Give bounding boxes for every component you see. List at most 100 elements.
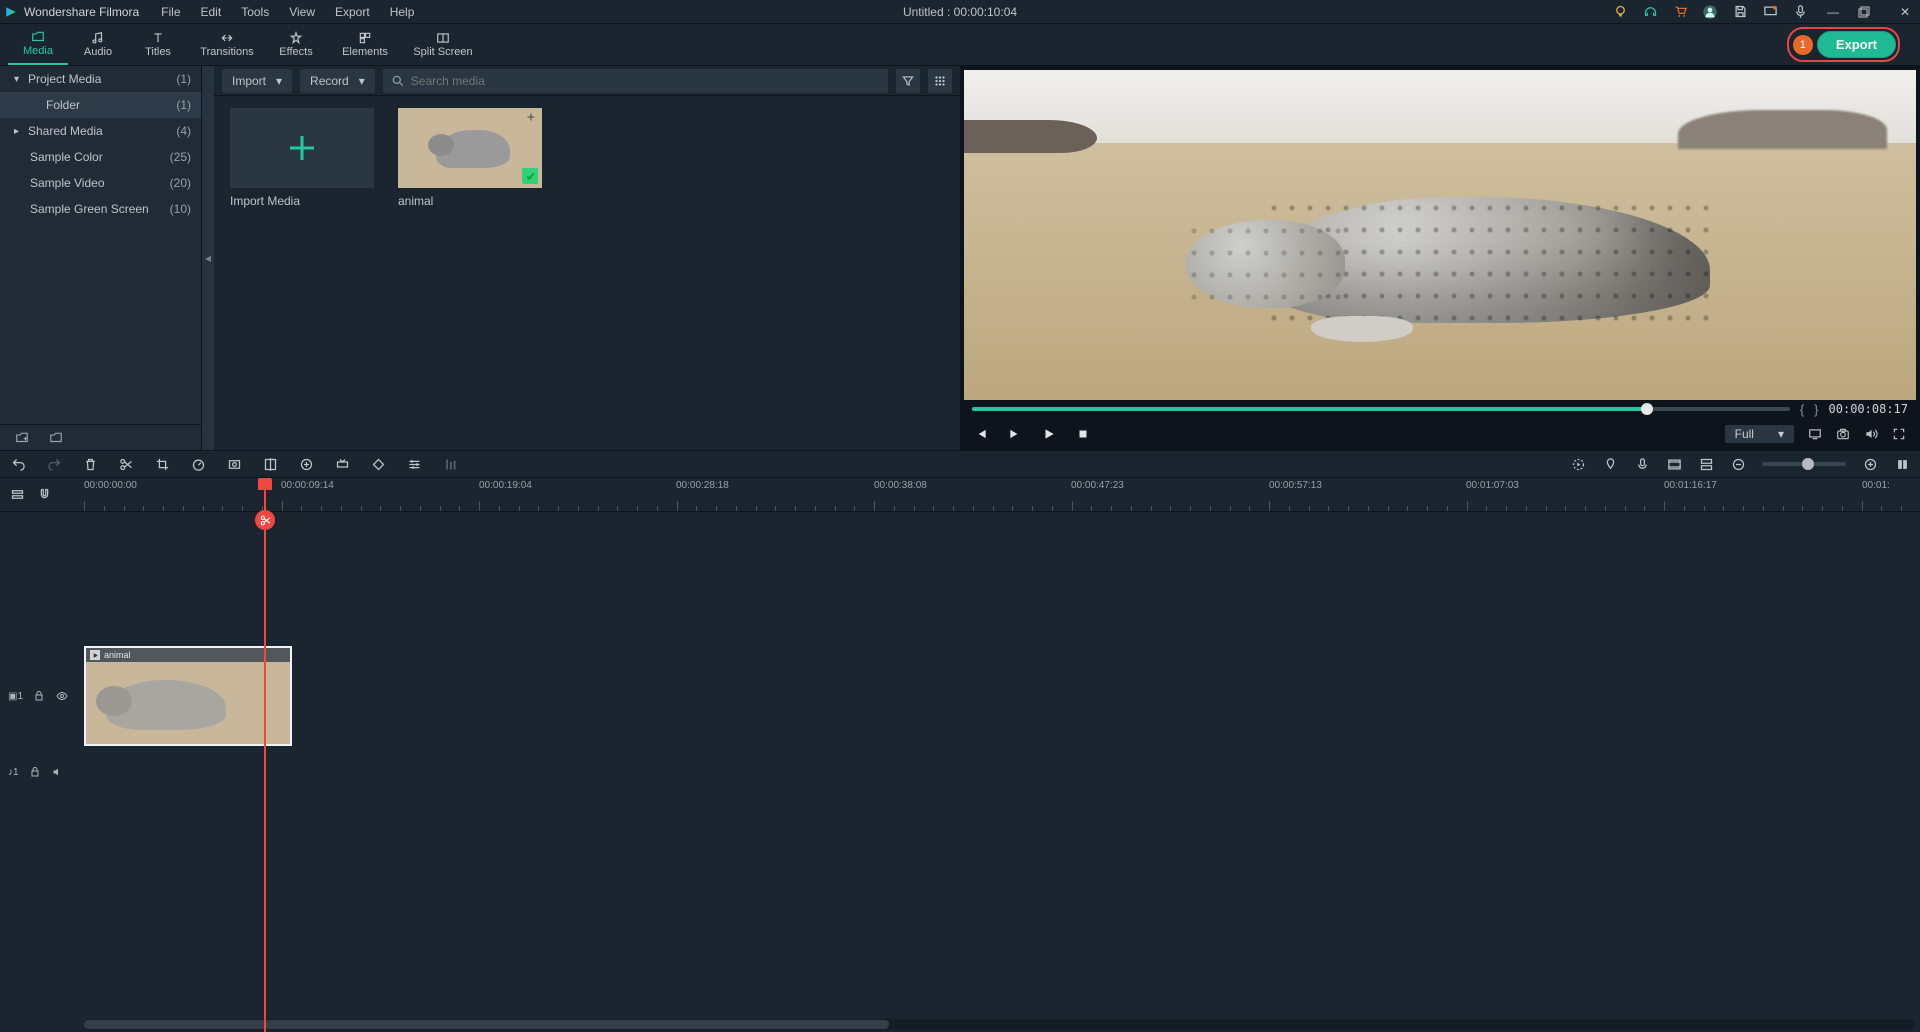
zoom-slider[interactable]	[1762, 462, 1846, 466]
track-size-icon[interactable]	[1698, 456, 1714, 472]
next-frame-button[interactable]	[1008, 427, 1022, 441]
app-logo-icon	[4, 5, 18, 19]
zoom-in-icon[interactable]	[1862, 456, 1878, 472]
tab-transitions[interactable]: Transitions	[188, 24, 266, 65]
add-to-timeline-icon[interactable]	[524, 110, 538, 124]
window-minimize[interactable]: —	[1822, 5, 1844, 19]
render-preview-icon[interactable]	[1570, 456, 1586, 472]
tab-media[interactable]: Media	[8, 24, 68, 65]
scrollbar-thumb[interactable]	[84, 1020, 889, 1029]
magnet-icon[interactable]	[37, 487, 52, 502]
cart-icon[interactable]	[1672, 4, 1688, 20]
snapshot-icon[interactable]	[1836, 427, 1850, 441]
tab-audio[interactable]: Audio	[68, 24, 128, 65]
timeline-clip-animal[interactable]: animal	[84, 646, 292, 746]
import-media-card[interactable]: Import Media	[230, 108, 374, 208]
title-bar-right: — ✕	[1612, 4, 1916, 20]
clip-name: animal	[104, 650, 131, 660]
tab-elements[interactable]: Elements	[326, 24, 404, 65]
freeze-frame-icon[interactable]	[226, 456, 242, 472]
ruler-label: 00:01:16:17	[1664, 480, 1717, 491]
volume-icon[interactable]	[1864, 427, 1878, 441]
scrub-handle[interactable]	[1641, 403, 1653, 415]
track-manager-icon[interactable]	[10, 487, 25, 502]
window-maximize[interactable]	[1858, 6, 1880, 18]
mark-in-icon[interactable]: {	[1800, 402, 1804, 417]
color-match-icon[interactable]	[262, 456, 278, 472]
sidebar-item-shared-media[interactable]: ▸ Shared Media (4)	[0, 118, 201, 144]
preview-display-icon[interactable]	[1808, 427, 1822, 441]
sidebar-item-sample-video[interactable]: Sample Video (20)	[0, 170, 201, 196]
ruler-label: 00:00:28:18	[676, 480, 729, 491]
timeline-ruler[interactable]: 00:00:00:0000:00:09:1400:00:19:0400:00:2…	[84, 478, 1920, 511]
idea-icon[interactable]	[1612, 4, 1628, 20]
zoom-out-icon[interactable]	[1730, 456, 1746, 472]
headset-icon[interactable]	[1642, 4, 1658, 20]
split-icon[interactable]	[118, 456, 134, 472]
account-icon[interactable]	[1702, 4, 1718, 20]
play-button[interactable]	[1042, 427, 1056, 441]
menu-export[interactable]: Export	[327, 3, 378, 21]
crop-icon[interactable]	[154, 456, 170, 472]
delete-icon[interactable]	[82, 456, 98, 472]
ruler-label: 00:00:47:23	[1071, 480, 1124, 491]
media-grid: Import Media animal	[214, 96, 960, 220]
preview-quality-select[interactable]: Full ▾	[1725, 425, 1794, 443]
keyframe-icon[interactable]	[370, 456, 386, 472]
lock-icon[interactable]	[29, 766, 41, 778]
sidebar-item-folder[interactable]: Folder (1)	[0, 92, 201, 118]
preview-viewport[interactable]	[964, 70, 1916, 400]
mark-out-icon[interactable]: }	[1814, 402, 1818, 417]
redo-icon[interactable]	[46, 456, 62, 472]
tab-media-label: Media	[23, 45, 53, 57]
grid-view-icon[interactable]	[928, 69, 952, 93]
timeline-scrollbar[interactable]	[84, 1019, 1914, 1030]
media-item-animal[interactable]: animal	[398, 108, 542, 208]
marker-icon[interactable]	[1602, 456, 1618, 472]
new-folder-icon[interactable]	[14, 431, 30, 445]
zoom-handle[interactable]	[1802, 458, 1814, 470]
audio-mixer-icon[interactable]	[442, 456, 458, 472]
tab-effects[interactable]: Effects	[266, 24, 326, 65]
sidebar-item-sample-green-screen[interactable]: Sample Green Screen (10)	[0, 196, 201, 222]
tab-titles[interactable]: Titles	[128, 24, 188, 65]
menu-edit[interactable]: Edit	[193, 3, 230, 21]
zoom-fit-icon[interactable]	[1894, 456, 1910, 472]
menu-tools[interactable]: Tools	[233, 3, 277, 21]
window-close[interactable]: ✕	[1894, 5, 1916, 19]
menu-file[interactable]: File	[153, 3, 188, 21]
detach-audio-icon[interactable]	[334, 456, 350, 472]
import-dropdown[interactable]: Import ▾	[222, 69, 292, 93]
preview-scrubber: { } 00:00:08:17	[964, 400, 1916, 418]
sidebar-item-project-media[interactable]: ▾ Project Media (1)	[0, 66, 201, 92]
green-screen-icon[interactable]	[298, 456, 314, 472]
scrub-track[interactable]	[972, 407, 1790, 411]
lock-icon[interactable]	[33, 690, 45, 702]
media-search-input[interactable]	[411, 74, 880, 88]
tab-splitscreen[interactable]: Split Screen	[404, 24, 482, 65]
export-button[interactable]: Export	[1817, 31, 1896, 58]
mic-icon[interactable]	[1792, 4, 1808, 20]
speed-icon[interactable]	[190, 456, 206, 472]
folder-icon[interactable]	[48, 431, 64, 445]
filter-icon[interactable]	[896, 69, 920, 93]
preview-panel: { } 00:00:08:17 Full ▾	[960, 66, 1920, 450]
save-icon[interactable]	[1732, 4, 1748, 20]
undo-icon[interactable]	[10, 456, 26, 472]
menu-view[interactable]: View	[281, 3, 323, 21]
message-icon[interactable]	[1762, 4, 1778, 20]
app-name: Wondershare Filmora	[24, 5, 139, 19]
chevron-down-icon: ▾	[276, 74, 282, 88]
voiceover-icon[interactable]	[1634, 456, 1650, 472]
mixer-icon[interactable]	[1666, 456, 1682, 472]
sidebar-item-sample-color[interactable]: Sample Color (25)	[0, 144, 201, 170]
sidebar-collapse[interactable]: ◂	[202, 66, 214, 450]
adjust-icon[interactable]	[406, 456, 422, 472]
stop-button[interactable]	[1076, 427, 1090, 441]
fullscreen-icon[interactable]	[1892, 427, 1906, 441]
prev-frame-button[interactable]	[974, 427, 988, 441]
eye-icon[interactable]	[55, 690, 69, 702]
speaker-icon[interactable]	[51, 766, 64, 778]
record-dropdown[interactable]: Record ▾	[300, 69, 375, 93]
menu-help[interactable]: Help	[382, 3, 423, 21]
